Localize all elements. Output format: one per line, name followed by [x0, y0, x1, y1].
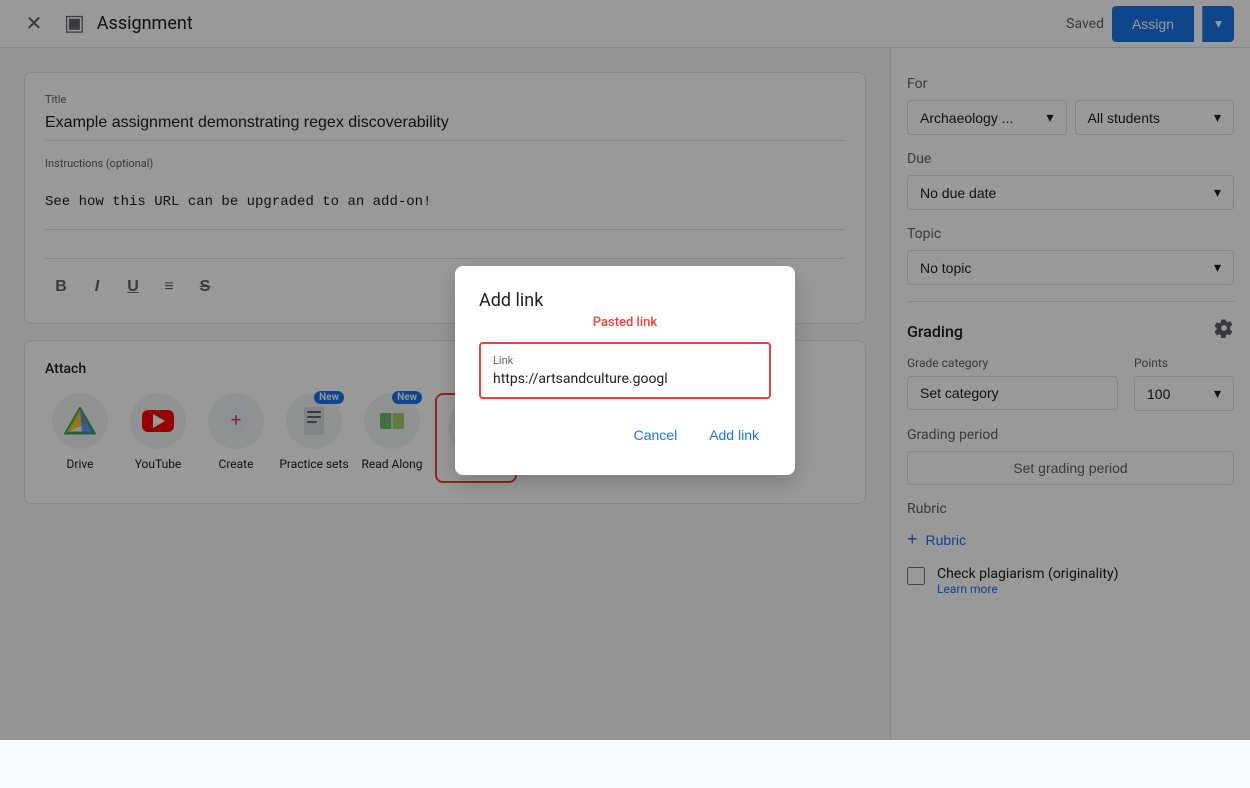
link-input-label: Link [493, 354, 757, 367]
modal-overlay: Add link Pasted link Link https://artsan… [0, 0, 1250, 740]
modal-title: Add link [479, 290, 771, 311]
add-link-modal: Add link Pasted link Link https://artsan… [455, 266, 795, 475]
modal-actions: Cancel Add link [479, 419, 771, 451]
pasted-link-label: Pasted link [479, 315, 771, 330]
add-link-button[interactable]: Add link [697, 419, 771, 451]
cancel-button[interactable]: Cancel [622, 419, 690, 451]
link-input-value[interactable]: https://artsandculture.googl [493, 371, 757, 387]
link-input-wrapper: Link https://artsandculture.googl [479, 342, 771, 399]
